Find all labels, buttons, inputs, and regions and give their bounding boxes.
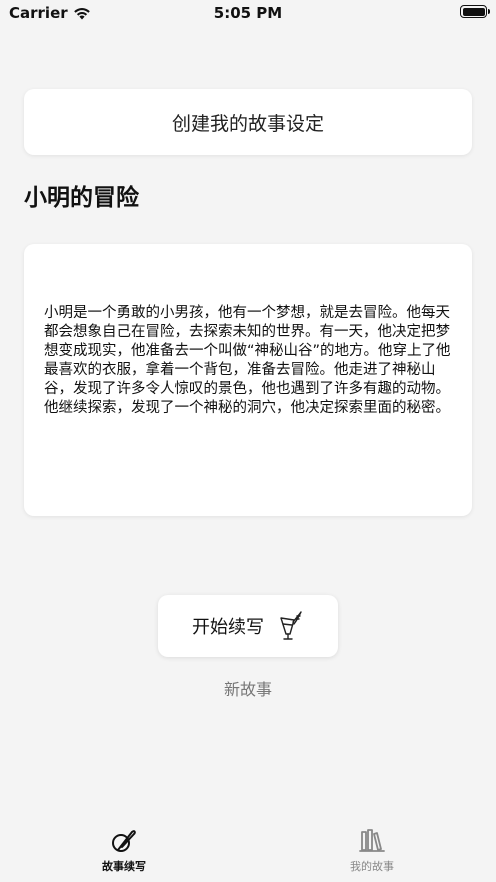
quill-icon	[112, 830, 136, 852]
continue-button-label: 开始续写	[192, 617, 264, 638]
story-body: 小明是一个勇敢的小男孩，他有一个梦想，就是去冒险。他每天都会想象自己在冒险，去探…	[44, 305, 451, 416]
app-screen: Carrier 5:05 PM 创建我的故事设定 小明的冒险 小明是一个勇敢的小…	[0, 0, 496, 882]
books-icon	[359, 829, 385, 852]
new-story-link[interactable]: 新故事	[0, 676, 496, 700]
battery-level	[462, 7, 485, 16]
tab-label-my-stories: 我的故事	[350, 860, 394, 873]
tab-my-stories[interactable]: 我的故事	[312, 828, 432, 874]
tab-bar: 故事续写 我的故事	[0, 822, 496, 882]
tab-story-continue[interactable]: 故事续写	[64, 828, 184, 874]
create-story-setting-button[interactable]: 创建我的故事设定	[24, 89, 472, 155]
start-continue-writing-button[interactable]: 开始续写	[158, 595, 338, 657]
story-title: 小明的冒险	[24, 185, 139, 211]
battery-icon	[460, 5, 490, 18]
status-time: 5:05 PM	[213, 4, 283, 22]
quill-cup-icon	[280, 611, 302, 640]
status-bar: Carrier 5:05 PM	[0, 0, 496, 26]
tab-label-story-continue: 故事续写	[102, 860, 146, 873]
story-card: 小明是一个勇敢的小男孩，他有一个梦想，就是去冒险。他每天都会想象自己在冒险，去探…	[24, 244, 472, 516]
